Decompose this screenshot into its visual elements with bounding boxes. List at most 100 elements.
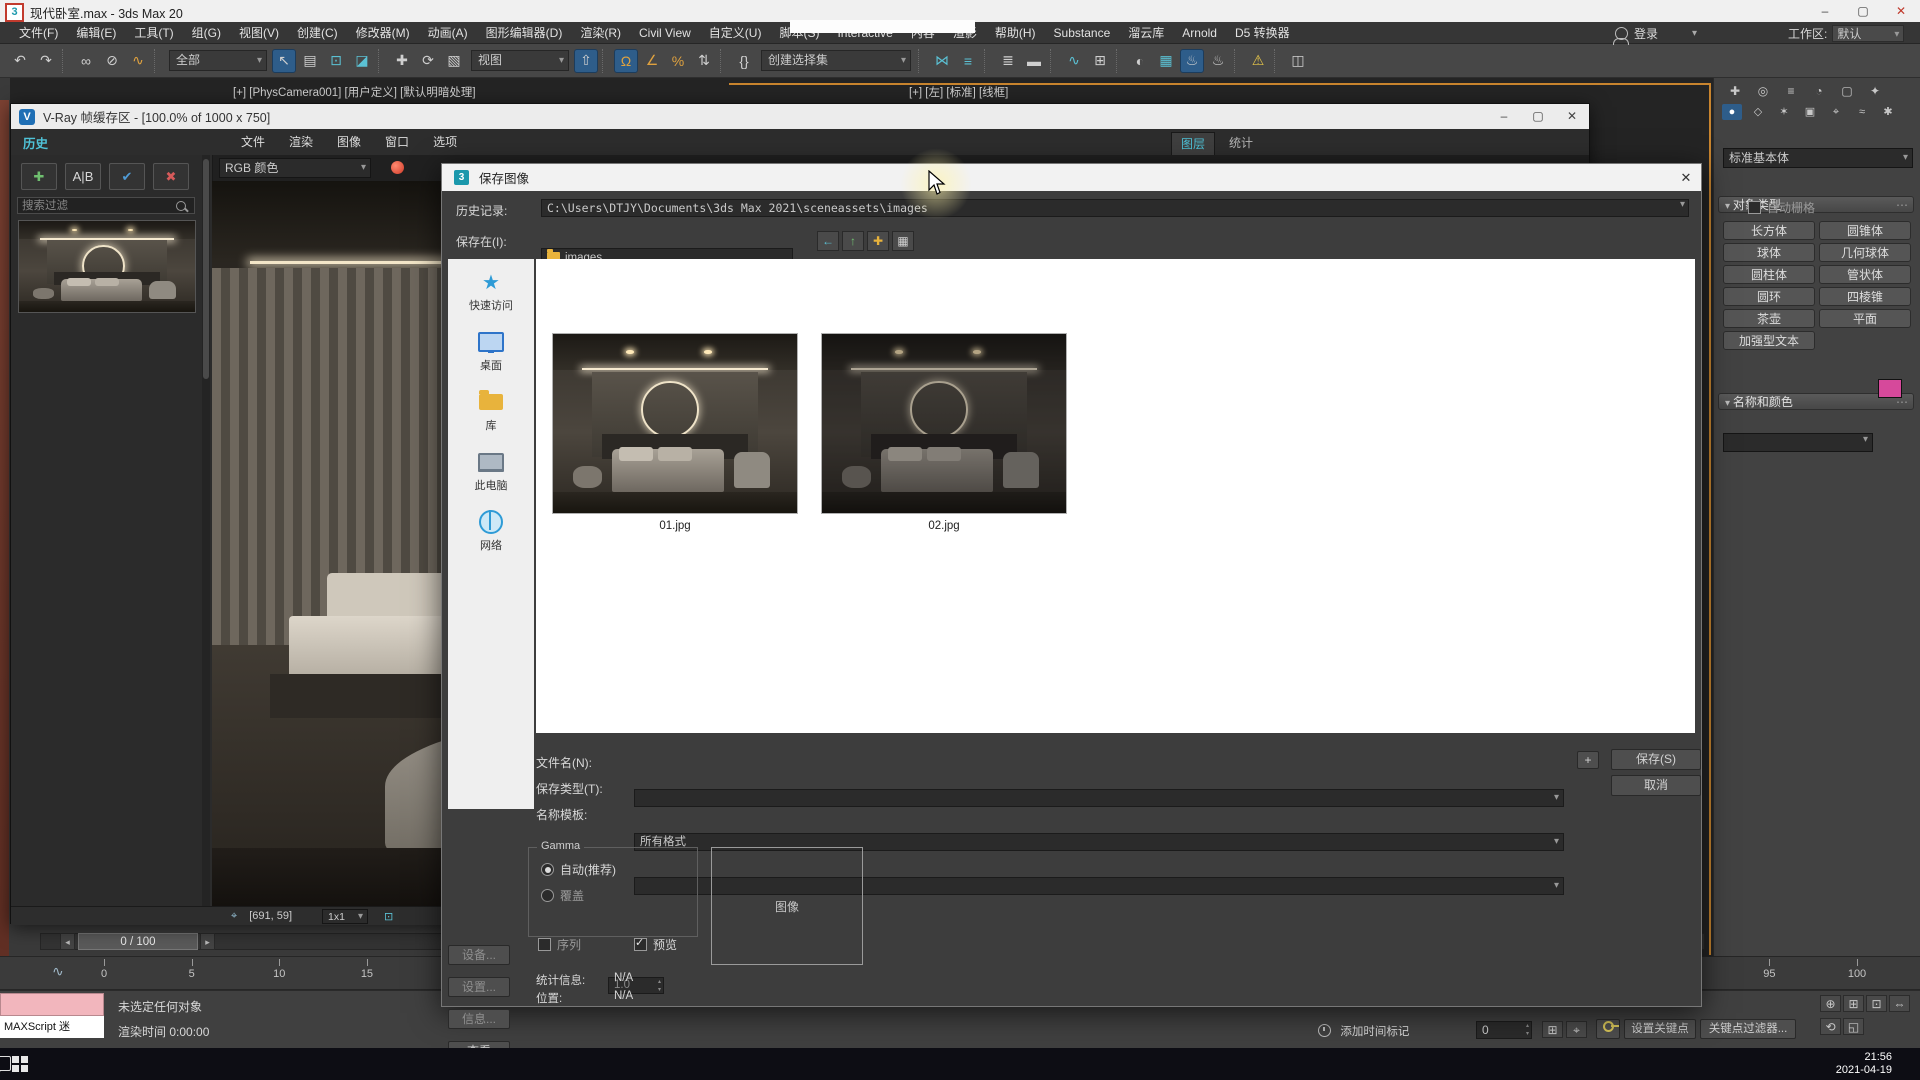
menubar-item[interactable]: Civil View xyxy=(630,22,700,44)
channel-dropdown[interactable]: RGB 颜色 xyxy=(219,158,371,178)
object-button[interactable]: 平面 xyxy=(1819,309,1911,328)
toggle-ribbon-icon[interactable]: ▬ xyxy=(1022,49,1046,73)
viewport-label-camera[interactable]: [+] [PhysCamera001] [用户定义] [默认明暗处理] xyxy=(233,84,476,100)
object-button[interactable]: 圆环 xyxy=(1723,287,1815,306)
vfb-menu-item[interactable]: 选项 xyxy=(421,129,469,155)
previous-frame-button[interactable]: ◂ xyxy=(60,933,75,950)
menubar-item[interactable]: 溜云库 xyxy=(1119,22,1173,44)
edit-named-selection-sets-icon[interactable]: {} xyxy=(732,49,756,73)
object-button[interactable]: 加强型文本 xyxy=(1723,331,1815,350)
time-slider[interactable]: 0 / 100 xyxy=(78,933,198,950)
file-thumbnail[interactable] xyxy=(821,333,1067,514)
use-pivot-point-center-icon[interactable]: ⇧ xyxy=(574,49,598,73)
sequence-checkbox[interactable]: 序列 xyxy=(538,936,581,953)
history-search-input[interactable]: 搜索过滤 xyxy=(17,197,195,214)
percent-snap-icon[interactable]: % xyxy=(666,49,690,73)
dialog-close-button[interactable]: ✕ xyxy=(1671,170,1701,186)
save-button[interactable]: 保存(S) xyxy=(1611,749,1701,770)
snaps-toggle-icon[interactable]: Ω xyxy=(614,49,638,73)
object-button[interactable]: 茶壶 xyxy=(1723,309,1815,328)
back-icon[interactable]: ← xyxy=(817,231,839,251)
vfb-menu-item[interactable]: 窗口 xyxy=(373,129,421,155)
select-object-icon[interactable]: ↖ xyxy=(272,49,296,73)
filename-input[interactable] xyxy=(634,789,1564,807)
schematic-view-icon[interactable]: ⊞ xyxy=(1088,49,1112,73)
key-filters-button[interactable]: 关键点过滤器... xyxy=(1700,1019,1796,1039)
view-menu-icon[interactable]: ▦ xyxy=(892,231,914,251)
align-icon[interactable]: ≡ xyxy=(956,49,980,73)
history-thumbnail[interactable] xyxy=(18,220,196,313)
vfb-menu-item[interactable]: 图像 xyxy=(325,129,373,155)
taskbar-clock[interactable]: 21:56 2021-04-19 xyxy=(1836,1051,1892,1077)
gamma-override-radio[interactable]: 覆盖 xyxy=(541,887,584,904)
vfb-menu-item[interactable]: 渲染 xyxy=(277,129,325,155)
unlink-selection-icon[interactable]: ⊘ xyxy=(100,49,124,73)
vfb-minimize-button[interactable]: – xyxy=(1487,104,1521,129)
viewport-label-left[interactable]: [+] [左] [标准] [线框] xyxy=(909,84,1008,100)
object-button[interactable]: 四棱锥 xyxy=(1819,287,1911,306)
render-setup-icon[interactable]: ▦ xyxy=(1154,49,1178,73)
crossing-selection-icon[interactable]: ◪ xyxy=(350,49,374,73)
open-door-icon[interactable]: ◫ xyxy=(1286,49,1310,73)
file-thumbnail[interactable] xyxy=(552,333,798,514)
next-frame-button[interactable]: ▸ xyxy=(200,933,215,950)
selection-filter-dropdown[interactable]: 全部 xyxy=(169,50,267,71)
cancel-button[interactable]: 取消 xyxy=(1611,775,1701,796)
record-region-icon[interactable] xyxy=(391,161,404,174)
history-scrollbar[interactable] xyxy=(202,155,210,906)
add-time-tag[interactable]: 添加时间标记 xyxy=(1318,1023,1409,1039)
save-to-history-icon[interactable]: ✚ xyxy=(21,163,57,190)
set-key-button[interactable]: 设置关键点 xyxy=(1624,1019,1696,1039)
windows-start-icon[interactable] xyxy=(12,1056,28,1072)
pan-icon[interactable]: ⇔ xyxy=(1889,995,1910,1012)
menubar-item[interactable]: 修改器(M) xyxy=(347,22,419,44)
preview-checkbox[interactable]: 预览 xyxy=(634,936,677,953)
menubar-item[interactable]: D5 转换器 xyxy=(1226,22,1299,44)
workspace-dropdown[interactable]: 默认 xyxy=(1832,25,1904,42)
set-key-icon-button[interactable] xyxy=(1596,1019,1620,1039)
track-bar-mode-icon[interactable]: ∿ xyxy=(52,963,64,980)
menubar-item[interactable]: 动画(A) xyxy=(419,22,477,44)
render-production-icon[interactable]: ♨ xyxy=(1206,49,1230,73)
menubar-item[interactable]: 视图(V) xyxy=(230,22,288,44)
rectangular-selection-region-icon[interactable]: ⊡ xyxy=(324,49,348,73)
select-and-move-icon[interactable]: ✚ xyxy=(390,49,414,73)
maximize-button[interactable]: ▢ xyxy=(1844,0,1882,22)
minimize-button[interactable]: – xyxy=(1806,0,1844,22)
selection-lock-icon[interactable]: ⊞ xyxy=(1542,1021,1563,1038)
file-list-area[interactable]: 01.jpg02.jpg xyxy=(536,259,1695,733)
ab-compare-icon[interactable]: A|B xyxy=(65,163,101,190)
create-new-folder-icon[interactable]: ✚ xyxy=(867,231,889,251)
tab-layers[interactable]: 图层 xyxy=(1171,132,1215,155)
absolute-mode-icon[interactable]: ⌖ xyxy=(1566,1021,1587,1038)
load-history-icon[interactable]: ✔ xyxy=(109,163,145,190)
frame-number-spinner[interactable]: 0 xyxy=(1476,1021,1532,1039)
delete-history-icon[interactable]: ✖ xyxy=(153,163,189,190)
menubar-item[interactable]: 文件(F) xyxy=(10,22,67,44)
place-network[interactable]: 网络 xyxy=(478,511,504,553)
orbit-icon[interactable]: ⟲ xyxy=(1820,1018,1841,1035)
menubar-item[interactable]: 编辑(E) xyxy=(67,22,125,44)
mirror-icon[interactable]: ⋈ xyxy=(930,49,954,73)
dialog-button-info[interactable]: 信息... xyxy=(448,1009,510,1029)
angle-snap-icon[interactable]: ∠ xyxy=(640,49,664,73)
object-color-swatch[interactable] xyxy=(1878,379,1902,398)
vfb-maximize-button[interactable]: ▢ xyxy=(1521,104,1555,129)
menubar-item[interactable]: 图形编辑器(D) xyxy=(477,22,572,44)
select-and-rotate-icon[interactable]: ⟳ xyxy=(416,49,440,73)
named-selection-sets-dropdown[interactable]: 创建选择集 xyxy=(761,50,911,71)
place-quick-access[interactable]: ★快速访问 xyxy=(469,271,513,313)
follow-mouse-icon[interactable]: ⊡ xyxy=(384,910,393,923)
menubar-item[interactable]: 自定义(U) xyxy=(700,22,771,44)
material-editor-icon[interactable]: ◐ xyxy=(1128,49,1152,73)
select-by-name-icon[interactable]: ▤ xyxy=(298,49,322,73)
add-filename-button[interactable]: + xyxy=(1577,751,1599,769)
menubar-item[interactable]: 帮助(H) xyxy=(986,22,1045,44)
reference-coordinate-dropdown[interactable]: 视图 xyxy=(471,50,569,71)
file-item[interactable]: 01.jpg xyxy=(552,333,798,532)
place-this-pc[interactable]: 此电脑 xyxy=(475,451,508,493)
object-button[interactable]: 长方体 xyxy=(1723,221,1815,240)
maxscript-mini-listener[interactable]: MAXScript 迷 xyxy=(0,1016,104,1038)
undo-icon[interactable]: ↶ xyxy=(8,49,32,73)
maximize-viewport-icon[interactable]: ◱ xyxy=(1843,1018,1864,1035)
